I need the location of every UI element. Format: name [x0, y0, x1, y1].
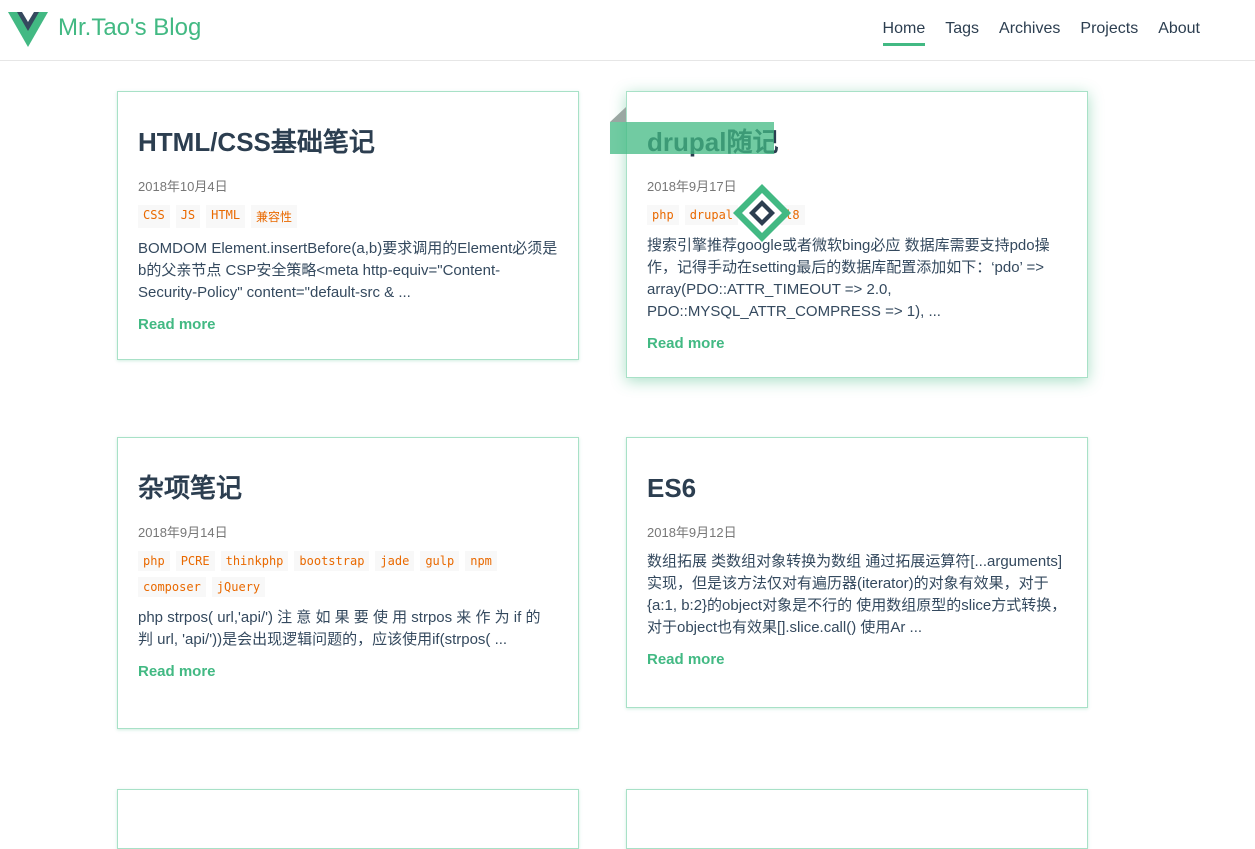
post-date: 2018年10月4日	[138, 179, 228, 194]
diamond-icon	[733, 184, 791, 242]
nav-home[interactable]: Home	[882, 20, 925, 46]
post-tag[interactable]: gulp	[420, 551, 460, 571]
post-date: 2018年9月14日	[138, 525, 228, 540]
post-excerpt: php strpos( url,'api/') 注 意 如 果 要 使 用 st…	[138, 609, 541, 648]
post-card	[626, 789, 1088, 849]
post-tag[interactable]: bootstrap	[294, 551, 370, 571]
post-date: 2018年9月17日	[647, 179, 737, 194]
post-tag[interactable]: php	[647, 205, 679, 225]
post-tag[interactable]: jQuery	[211, 577, 266, 597]
post-tag[interactable]: thinkphp	[220, 551, 289, 571]
post-excerpt: 搜索引擎推荐google或者微软bing必应 数据库需要支持pdo操作，记得手动…	[647, 237, 1050, 320]
post-tags: CSS JS HTML 兼容性	[138, 205, 558, 228]
post-tag[interactable]: php	[138, 551, 170, 571]
post-title[interactable]: ES6	[647, 468, 1067, 508]
post-tag[interactable]: drupal	[684, 205, 739, 225]
post-tag[interactable]: PCRE	[175, 551, 215, 571]
post-tag[interactable]: CSS	[138, 205, 170, 228]
post-card: HTML/CSS基础笔记 2018年10月4日 CSS JS HTML 兼容性 …	[117, 91, 579, 360]
read-more-link[interactable]: Read more	[647, 335, 725, 352]
read-more-link[interactable]: Read more	[647, 651, 725, 668]
nav-about[interactable]: About	[1158, 20, 1200, 44]
post-excerpt: 数组拓展 类数组对象转换为数组 通过拓展运算符[...arguments]实现，…	[647, 553, 1067, 636]
site-brand[interactable]: Mr.Tao's Blog	[58, 14, 201, 42]
post-title[interactable]: HTML/CSS基础笔记	[138, 122, 558, 162]
site-header: Mr.Tao's Blog Home Tags Archives Project…	[0, 0, 1255, 61]
post-tag[interactable]: 兼容性	[251, 205, 298, 228]
post-title[interactable]: 杂项笔记	[138, 468, 558, 508]
main-nav: Home Tags Archives Projects About	[882, 20, 1200, 46]
read-more-link[interactable]: Read more	[138, 663, 216, 680]
post-tag[interactable]: HTML	[206, 205, 246, 228]
post-card: ES6 2018年9月12日 数组拓展 类数组对象转换为数组 通过拓展运算符[.…	[626, 437, 1088, 708]
nav-projects[interactable]: Projects	[1080, 20, 1138, 44]
nav-tags[interactable]: Tags	[945, 20, 979, 44]
post-tag[interactable]: npm	[465, 551, 497, 571]
post-tags: php PCRE thinkphp bootstrap jade gulp np…	[138, 551, 558, 597]
nav-archives[interactable]: Archives	[999, 20, 1060, 44]
post-date: 2018年9月12日	[647, 525, 737, 540]
vue-logo-icon[interactable]	[8, 12, 48, 47]
post-tag[interactable]: JS	[175, 205, 201, 228]
ribbon-fold-icon	[610, 107, 626, 122]
post-tags: php drupal drupal8	[647, 205, 1067, 225]
post-card	[117, 789, 579, 849]
ribbon-highlight	[610, 122, 774, 154]
post-tag[interactable]: composer	[138, 577, 206, 597]
post-excerpt: BOMDOM Element.insertBefore(a,b)要求调用的Ele…	[138, 240, 558, 301]
post-card: 杂项笔记 2018年9月14日 php PCRE thinkphp bootst…	[117, 437, 579, 729]
post-tag[interactable]: jade	[375, 551, 415, 571]
read-more-link[interactable]: Read more	[138, 316, 216, 333]
